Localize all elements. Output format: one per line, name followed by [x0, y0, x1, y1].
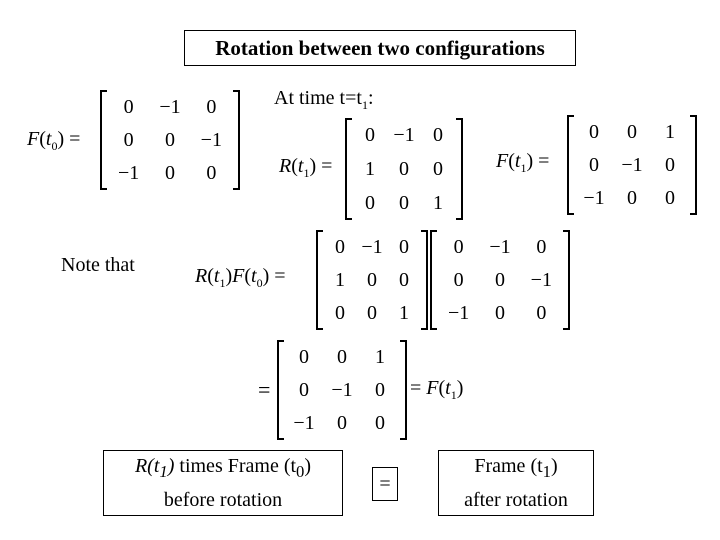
right-bracket	[400, 340, 407, 440]
matrix-cell: 0	[399, 158, 409, 180]
matrix-cell: 0	[367, 302, 377, 325]
left-bracket	[100, 90, 107, 190]
matrix-cell: 0	[164, 129, 175, 151]
matrix-cell: 0	[299, 345, 309, 368]
matrix-cell: 0	[665, 154, 675, 176]
matrix-cell: 0	[627, 120, 637, 143]
matrix-cell: 0	[367, 269, 377, 291]
matrix-cell: 0	[399, 269, 409, 291]
matrix-cell: 0	[453, 269, 464, 291]
matrix-cell: 1	[399, 302, 409, 325]
before-rotation-line1: R(t1) times Frame (t0)	[134, 455, 312, 481]
matrix-cell: 0	[453, 235, 464, 258]
left-bracket	[345, 118, 352, 220]
matrix-cell: 0	[399, 235, 409, 258]
matrix-cell: 0	[536, 302, 547, 325]
equals-box: =	[372, 467, 398, 501]
matrix-cell: 0	[375, 379, 385, 401]
left-bracket	[430, 230, 437, 330]
matrix-cell: 1	[335, 269, 345, 291]
matrix-cell: 0	[337, 345, 347, 368]
matrix-cell: 0	[123, 129, 134, 151]
matrix-cell: 1	[665, 120, 675, 143]
result-equals: =	[258, 377, 271, 402]
matrix-cell: −1	[621, 154, 643, 176]
product-left-matrix: 0 −1 0 1 0 0 0 0 1	[316, 230, 428, 330]
matrix-cell: 0	[164, 162, 175, 185]
after-rotation-line2: after rotation	[464, 489, 568, 511]
matrix-cell: 0	[589, 120, 599, 143]
product-right-matrix: 0 −1 0 0 0 −1 −1 0 0	[430, 230, 570, 330]
matrix-cell: 0	[494, 302, 505, 325]
matrix-cell: 0	[335, 235, 345, 258]
matrix-cell: 0	[337, 412, 347, 435]
F-t0-label: F(t0) =	[27, 128, 81, 153]
matrix-cell: −1	[293, 412, 315, 435]
slide-title: Rotation between two configurations	[184, 30, 576, 66]
result-rhs: = F(t1)	[410, 377, 464, 402]
matrix-cell: −1	[583, 187, 605, 210]
matrix-cell: 0	[123, 95, 134, 118]
left-bracket	[277, 340, 284, 440]
left-bracket	[567, 115, 574, 215]
matrix-cell: −1	[393, 124, 415, 146]
matrix-cell: −1	[448, 302, 470, 325]
right-bracket	[233, 90, 240, 190]
F-t1-matrix: 0 0 1 0 −1 0 −1 0 0	[567, 115, 697, 215]
matrix-cell: −1	[331, 379, 353, 401]
note-that-label: Note that	[61, 254, 135, 276]
matrix-cell: 0	[589, 154, 599, 176]
matrix-cell: 0	[399, 192, 409, 214]
matrix-cell: −1	[361, 235, 383, 258]
matrix-cell: 0	[433, 124, 443, 146]
matrix-cell: 0	[335, 302, 345, 325]
matrix-cell: −1	[159, 95, 181, 118]
matrix-cell: 0	[627, 187, 637, 210]
matrix-cell: −1	[530, 269, 552, 291]
F-t0-matrix: 0 −1 0 0 0 −1 −1 0 0	[100, 90, 240, 190]
matrix-cell: 1	[433, 192, 443, 214]
matrix-cell: 0	[494, 269, 505, 291]
F-t1-label: F(t1) =	[496, 150, 550, 175]
right-bracket	[690, 115, 697, 215]
matrix-cell: 0	[375, 412, 385, 435]
matrix-cell: 0	[299, 379, 309, 401]
after-rotation-line1: Frame (t1)	[474, 455, 558, 481]
matrix-cell: 0	[206, 162, 217, 185]
matrix-cell: 0	[536, 235, 547, 258]
before-rotation-line2: before rotation	[163, 489, 283, 511]
matrix-cell: −1	[200, 129, 222, 151]
matrix-cell: 0	[365, 192, 375, 214]
left-bracket	[316, 230, 323, 330]
R-t1-label: R(t1) =	[279, 155, 333, 180]
right-bracket	[456, 118, 463, 220]
matrix-cell: 0	[206, 95, 217, 118]
matrix-cell: −1	[489, 235, 511, 258]
at-time-label: At time t=t1:	[274, 87, 374, 112]
before-rotation-box: R(t1) times Frame (t0) before rotation	[103, 450, 343, 516]
R-t1-matrix: 0 −1 0 1 0 0 0 0 1	[345, 118, 463, 220]
result-matrix: 0 0 1 0 −1 0 −1 0 0	[277, 340, 407, 440]
matrix-cell: 1	[375, 345, 385, 368]
product-lhs: R(t1)F(t0) =	[195, 265, 286, 290]
right-bracket	[563, 230, 570, 330]
after-rotation-box: Frame (t1) after rotation	[438, 450, 594, 516]
matrix-cell: 1	[365, 158, 375, 180]
matrix-cell: 0	[665, 187, 675, 210]
matrix-cell: 0	[365, 124, 375, 146]
matrix-cell: −1	[118, 162, 140, 185]
right-bracket	[421, 230, 428, 330]
matrix-cell: 0	[433, 158, 443, 180]
